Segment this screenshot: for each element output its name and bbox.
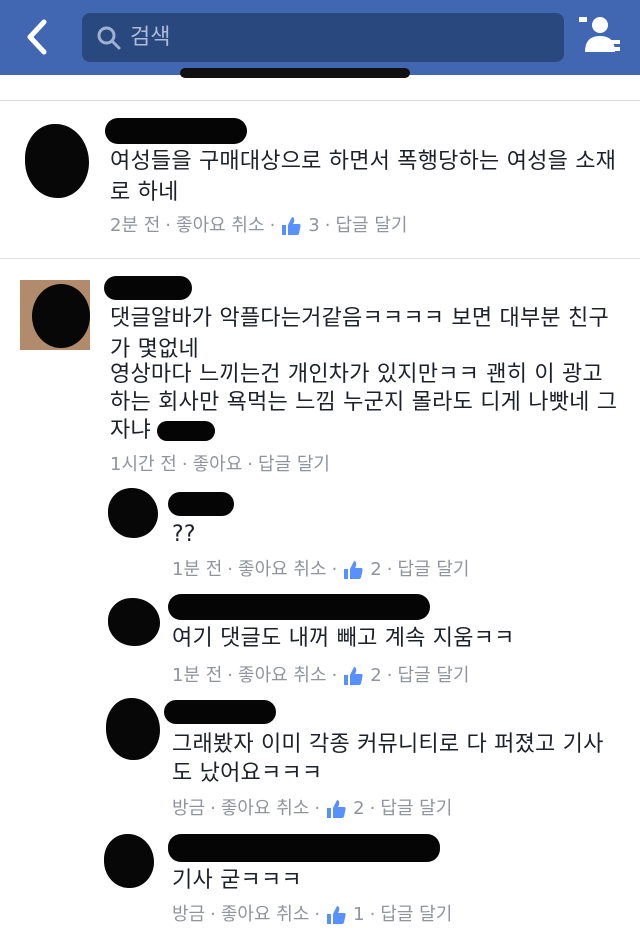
like-count: 1	[353, 904, 365, 925]
reply-button[interactable]: 답글 달기	[335, 214, 407, 238]
top-navigation-bar	[0, 0, 640, 75]
thumbs-up-icon	[282, 217, 301, 235]
comment-line: 영상마다 느끼는건 개인차가 있지만ㅋㅋ 괜히 이 광고	[110, 362, 603, 387]
thumbs-up-icon	[327, 906, 346, 924]
comment-meta: 2분 전 · 좋아요 취소 · 3 · 답글 달기	[110, 214, 408, 238]
reply-time: 방금	[172, 904, 206, 925]
cut-off-content	[180, 68, 410, 78]
chevron-left-icon	[27, 19, 47, 55]
avatar[interactable]	[106, 698, 160, 760]
like-count: 3	[308, 215, 320, 236]
divider	[0, 258, 640, 259]
comment-meta: 1시간 전 · 좋아요 · 답글 달기	[110, 453, 330, 477]
comment-time: 1시간 전	[110, 454, 177, 475]
friend-requests-icon	[579, 17, 620, 52]
reply-time: 1분 전	[172, 559, 223, 580]
comment-line-text: 자냐	[110, 418, 151, 443]
comment-line: 여성들을 구매대상으로 하면서 폭행당하는 여성을 소재	[110, 149, 617, 174]
author-name-redacted[interactable]	[105, 118, 247, 144]
reply-meta: 방금 · 좋아요 취소 · 1 · 답글 달기	[172, 903, 453, 927]
like-count: 2	[370, 559, 382, 580]
like-count: 2	[370, 665, 382, 686]
like-button[interactable]: 좋아요 취소	[238, 558, 327, 582]
reply-meta: 1분 전 · 좋아요 취소 · 2 · 답글 달기	[172, 558, 470, 582]
thumbs-up-icon	[344, 667, 363, 685]
avatar[interactable]	[108, 488, 158, 538]
search-bar[interactable]	[82, 13, 564, 62]
author-name-redacted[interactable]	[168, 594, 430, 620]
reply-meta: 방금 · 좋아요 취소 · 2 · 답글 달기	[172, 797, 453, 821]
author-name-redacted[interactable]	[168, 492, 234, 516]
reply-time: 1분 전	[172, 665, 223, 686]
reply-line: 도 났어요ㅋㅋㅋ	[172, 761, 323, 786]
thumbs-up-icon	[327, 800, 346, 818]
divider	[0, 100, 640, 101]
reply-line: ??	[172, 522, 196, 547]
comment-time: 2분 전	[110, 215, 161, 236]
avatar[interactable]	[25, 124, 89, 198]
author-name-redacted[interactable]	[164, 700, 276, 724]
author-name-redacted[interactable]	[168, 834, 440, 862]
reply-line: 기사 굳ㅋㅋㅋ	[172, 868, 302, 893]
reply-line: 여기 댓글도 내꺼 빼고 계속 지움ㅋㅋ	[172, 626, 515, 651]
comment-line: 댓글알바가 악플다는거같음ㅋㅋㅋㅋ 보면 대부분 친구	[110, 306, 609, 331]
mentioned-name-redacted	[156, 421, 215, 441]
back-button[interactable]	[18, 14, 58, 60]
comment-line: 하는 회사만 욕먹는 느낌 누군지 몰라도 디게 나빳네 그	[110, 390, 618, 415]
avatar[interactable]	[108, 598, 160, 646]
like-button[interactable]: 좋아요 취소	[221, 797, 310, 821]
reply-time: 방금	[172, 798, 206, 819]
like-button[interactable]: 좋아요 취소	[238, 664, 327, 688]
author-name-redacted[interactable]	[104, 276, 192, 300]
friend-requests-button[interactable]	[578, 14, 622, 58]
search-icon	[97, 26, 121, 50]
like-button[interactable]: 좋아요 취소	[176, 214, 265, 238]
search-input[interactable]	[130, 13, 550, 62]
reply-line: 그래봤자 이미 각종 커뮤니티로 다 퍼졌고 기사	[172, 732, 604, 757]
reply-meta: 1분 전 · 좋아요 취소 · 2 · 답글 달기	[172, 664, 470, 688]
avatar[interactable]	[104, 834, 154, 888]
like-button[interactable]: 좋아요 취소	[221, 903, 310, 927]
like-count: 2	[353, 798, 365, 819]
like-button[interactable]: 좋아요	[193, 453, 243, 477]
comment-line: 로 하네	[110, 180, 179, 205]
reply-button[interactable]: 답글 달기	[397, 664, 469, 688]
reply-button[interactable]: 답글 달기	[397, 558, 469, 582]
reply-button[interactable]: 답글 달기	[258, 453, 330, 477]
avatar[interactable]	[20, 280, 90, 350]
comment-line: 자냐	[110, 415, 215, 446]
reply-button[interactable]: 답글 달기	[380, 797, 452, 821]
thumbs-up-icon	[344, 561, 363, 579]
reply-button[interactable]: 답글 달기	[380, 903, 452, 927]
